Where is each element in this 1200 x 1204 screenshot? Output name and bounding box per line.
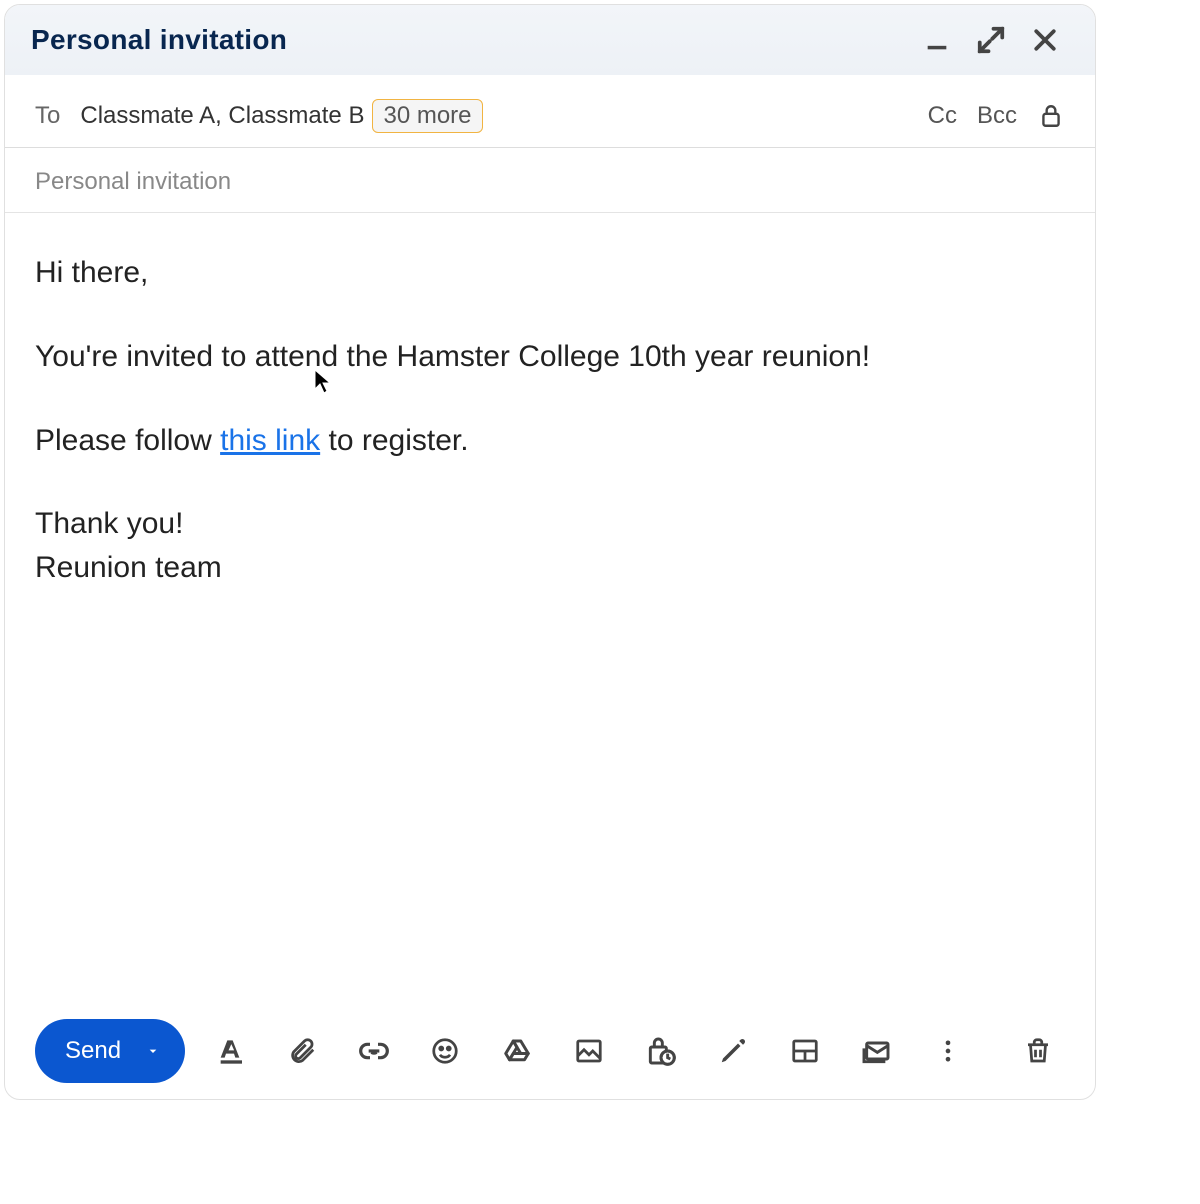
encryption-button[interactable] [1037,102,1065,130]
body-greeting: Hi there, [35,251,1065,295]
drive-button[interactable] [494,1027,540,1075]
link-icon [358,1035,390,1067]
body-line2-pre: Please follow [35,424,220,457]
cc-button[interactable]: Cc [928,102,957,130]
insert-image-button[interactable] [566,1027,612,1075]
emoji-icon [430,1036,460,1066]
more-vert-icon [934,1037,962,1065]
more-recipients-chip[interactable]: 30 more [372,99,482,133]
more-options-button[interactable] [925,1027,971,1075]
emoji-button[interactable] [423,1027,469,1075]
send-button[interactable]: Send [35,1019,185,1083]
lock-icon [1038,103,1064,129]
body-line2-post: to register. [320,424,468,457]
body-line-2: Please follow this link to register. [35,419,1065,463]
insert-link-button[interactable] [351,1027,397,1075]
confidential-mode-icon [645,1035,677,1067]
mail-icon [860,1035,892,1067]
body-thanks: Thank you! [35,502,1065,546]
subject-field[interactable]: Personal invitation [5,148,1095,213]
window-title: Personal invitation [31,24,907,56]
minimize-button[interactable] [913,16,961,64]
to-label: To [35,102,60,130]
recipient-chips[interactable]: Classmate A, Classmate B 30 more [80,99,907,133]
confidential-mode-button[interactable] [638,1027,684,1075]
recipient-names: Classmate A, Classmate B [80,102,364,130]
recipients-row[interactable]: To Classmate A, Classmate B 30 more Cc B… [5,75,1095,148]
minimize-icon [923,26,951,54]
signature-button[interactable] [710,1027,756,1075]
fullscreen-button[interactable] [967,16,1015,64]
layout-button[interactable] [782,1027,828,1075]
compose-toolbar: Send [5,1003,1095,1099]
trash-icon [1023,1036,1053,1066]
send-options-button[interactable] [139,1037,167,1065]
register-link[interactable]: this link [220,424,320,457]
compose-window: Personal invitation To Classmate A, Clas… [4,4,1096,1100]
pen-icon [718,1036,748,1066]
layout-icon [790,1036,820,1066]
titlebar: Personal invitation [5,5,1095,75]
attach-button[interactable] [279,1027,325,1075]
fullscreen-icon [976,25,1006,55]
image-icon [574,1036,604,1066]
close-icon [1030,25,1060,55]
caret-down-icon [145,1043,161,1059]
drive-icon [502,1036,532,1066]
send-label: Send [65,1037,121,1065]
text-format-icon [214,1035,246,1067]
body-line-1: You're invited to attend the Hamster Col… [35,335,1065,379]
discard-button[interactable] [1015,1027,1061,1075]
mail-button[interactable] [854,1027,900,1075]
close-button[interactable] [1021,16,1069,64]
message-body[interactable]: Hi there, You're invited to attend the H… [5,213,1095,1003]
bcc-button[interactable]: Bcc [977,102,1017,130]
text-format-button[interactable] [207,1027,253,1075]
attachment-icon [287,1036,317,1066]
body-signature: Reunion team [35,546,1065,590]
